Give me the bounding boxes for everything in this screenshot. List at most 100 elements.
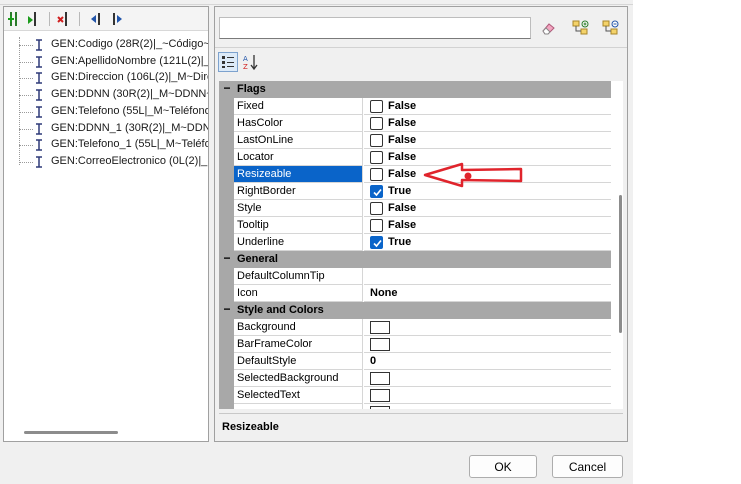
category-header[interactable]: − Flags	[219, 81, 611, 98]
property-row[interactable]: Background	[219, 319, 611, 336]
property-row[interactable]: DefaultStyle 0	[219, 353, 611, 370]
collapse-toggle-icon[interactable]: −	[222, 81, 232, 95]
column-icon	[34, 55, 44, 71]
property-name[interactable]: LastOnLine	[234, 132, 363, 149]
property-row[interactable]: HasColor False	[219, 115, 611, 132]
property-checkbox[interactable]	[370, 151, 383, 164]
property-name[interactable]: HasColor	[234, 115, 363, 132]
property-value[interactable]: 0	[364, 353, 611, 370]
property-checkbox[interactable]	[370, 134, 383, 147]
property-name[interactable]: DefaultStyle	[234, 353, 363, 370]
property-value[interactable]	[364, 336, 611, 353]
property-name[interactable]: Underline	[234, 234, 363, 251]
insert-child-icon[interactable]	[26, 11, 42, 27]
property-row[interactable]: RightBorder True	[219, 183, 611, 200]
tree-horizontal-scrollbar[interactable]	[24, 431, 118, 434]
property-checkbox[interactable]	[370, 219, 383, 232]
window-top-strip	[0, 0, 633, 5]
property-name[interactable]: Style	[234, 200, 363, 217]
move-right-icon[interactable]	[110, 11, 126, 27]
property-name[interactable]: Background	[234, 319, 363, 336]
collapse-icon[interactable]	[601, 19, 619, 37]
tree-item[interactable]: GEN:Telefono_1 (55L|_M~Teléfo	[4, 137, 208, 153]
color-swatch[interactable]	[370, 389, 390, 402]
property-name[interactable]: SelectedText	[234, 387, 363, 404]
property-checkbox[interactable]	[370, 236, 383, 249]
property-value[interactable]	[364, 370, 611, 387]
property-row[interactable]: BarFrameColor	[219, 336, 611, 353]
tree-connector	[19, 45, 33, 46]
property-row[interactable]: Style False	[219, 200, 611, 217]
tree-item[interactable]: GEN:Direccion (106L(2)|_M~Direc	[4, 70, 208, 86]
property-row[interactable]: DefaultColumnTip	[219, 268, 611, 285]
property-name[interactable]: BarFrameColor	[234, 336, 363, 353]
property-row[interactable]: Locator False	[219, 149, 611, 166]
row-gutter	[219, 319, 234, 336]
tree-item[interactable]: GEN:CorreoElectronico (0L(2)|_M	[4, 154, 208, 170]
row-gutter	[219, 404, 234, 409]
collapse-toggle-icon[interactable]: −	[222, 302, 232, 316]
color-swatch[interactable]	[370, 321, 390, 334]
property-value[interactable]: False	[364, 98, 611, 115]
property-value[interactable]: False	[364, 115, 611, 132]
delete-icon[interactable]	[56, 11, 72, 27]
property-value[interactable]: None	[364, 285, 611, 302]
color-swatch[interactable]	[370, 372, 390, 385]
color-swatch[interactable]	[370, 338, 390, 351]
property-checkbox[interactable]	[370, 100, 383, 113]
tree-list: GEN:Codigo (28R(2)|_~Código~C GEN:Apellid…	[4, 37, 208, 417]
move-left-icon[interactable]	[88, 11, 104, 27]
tree-item[interactable]: GEN:Codigo (28R(2)|_~Código~C	[4, 37, 208, 53]
tree-item[interactable]: GEN:ApellidoNombre (121L(2)|_M	[4, 54, 208, 70]
property-row[interactable]: Icon None	[219, 285, 611, 302]
insert-green-icon[interactable]	[7, 11, 23, 27]
property-value[interactable]	[364, 319, 611, 336]
property-name[interactable]: Resizeable	[234, 166, 363, 183]
cancel-button[interactable]: Cancel	[552, 455, 623, 478]
category-header[interactable]: − Style and Colors	[219, 302, 611, 319]
tree-item-label: GEN:Telefono (55L|_M~Teléfono	[51, 104, 208, 117]
property-row[interactable]: Underline True	[219, 234, 611, 251]
categorized-icon[interactable]	[218, 52, 238, 72]
row-gutter	[219, 183, 234, 200]
column-icon	[34, 89, 44, 104]
property-name[interactable]: Icon	[234, 285, 363, 302]
column-icon	[34, 156, 44, 171]
property-checkbox[interactable]	[370, 202, 383, 215]
property-row[interactable]: Tooltip False	[219, 217, 611, 234]
property-name[interactable]: SelectedBackground	[234, 370, 363, 387]
property-checkbox[interactable]	[370, 117, 383, 130]
property-name[interactable]: Tooltip	[234, 217, 363, 234]
property-checkbox[interactable]	[370, 185, 383, 198]
property-name[interactable]: RightBorder	[234, 183, 363, 200]
property-row[interactable]: SelectedText	[219, 387, 611, 404]
grid-vertical-scrollbar[interactable]	[619, 195, 622, 333]
row-gutter	[219, 285, 234, 302]
property-row[interactable]: Resizeable False	[219, 166, 611, 183]
property-checkbox[interactable]	[370, 168, 383, 181]
collapse-toggle-icon[interactable]: −	[222, 251, 232, 265]
property-name[interactable]: DefaultColumnTip	[234, 268, 363, 285]
eraser-icon[interactable]	[539, 19, 557, 37]
expand-icon[interactable]	[571, 19, 589, 37]
property-value[interactable]: False	[364, 132, 611, 149]
ok-button[interactable]: OK	[469, 455, 537, 478]
property-value[interactable]: False	[364, 200, 611, 217]
property-name[interactable]: Locator	[234, 149, 363, 166]
tree-item[interactable]: GEN:DDNN_1 (30R(2)|_M~DDNI	[4, 121, 208, 137]
property-name[interactable]: Fixed	[234, 98, 363, 115]
property-value[interactable]: False	[364, 217, 611, 234]
property-value[interactable]	[364, 387, 611, 404]
property-row[interactable]: Fixed False	[219, 98, 611, 115]
property-value[interactable]: True	[364, 234, 611, 251]
tree-item[interactable]: GEN:DDNN (30R(2)|_M~DDNN~	[4, 87, 208, 103]
annotation-arrow-icon	[423, 162, 523, 188]
property-search-input[interactable]	[219, 17, 531, 39]
property-row[interactable]: LastOnLine False	[219, 132, 611, 149]
alphabetical-icon[interactable]: AZ	[241, 52, 261, 72]
tree-item[interactable]: GEN:Telefono (55L|_M~Teléfono	[4, 104, 208, 120]
category-header[interactable]: − General	[219, 251, 611, 268]
property-row[interactable]: SelectedBackground	[219, 370, 611, 387]
row-gutter	[219, 336, 234, 353]
property-value[interactable]	[364, 268, 611, 285]
